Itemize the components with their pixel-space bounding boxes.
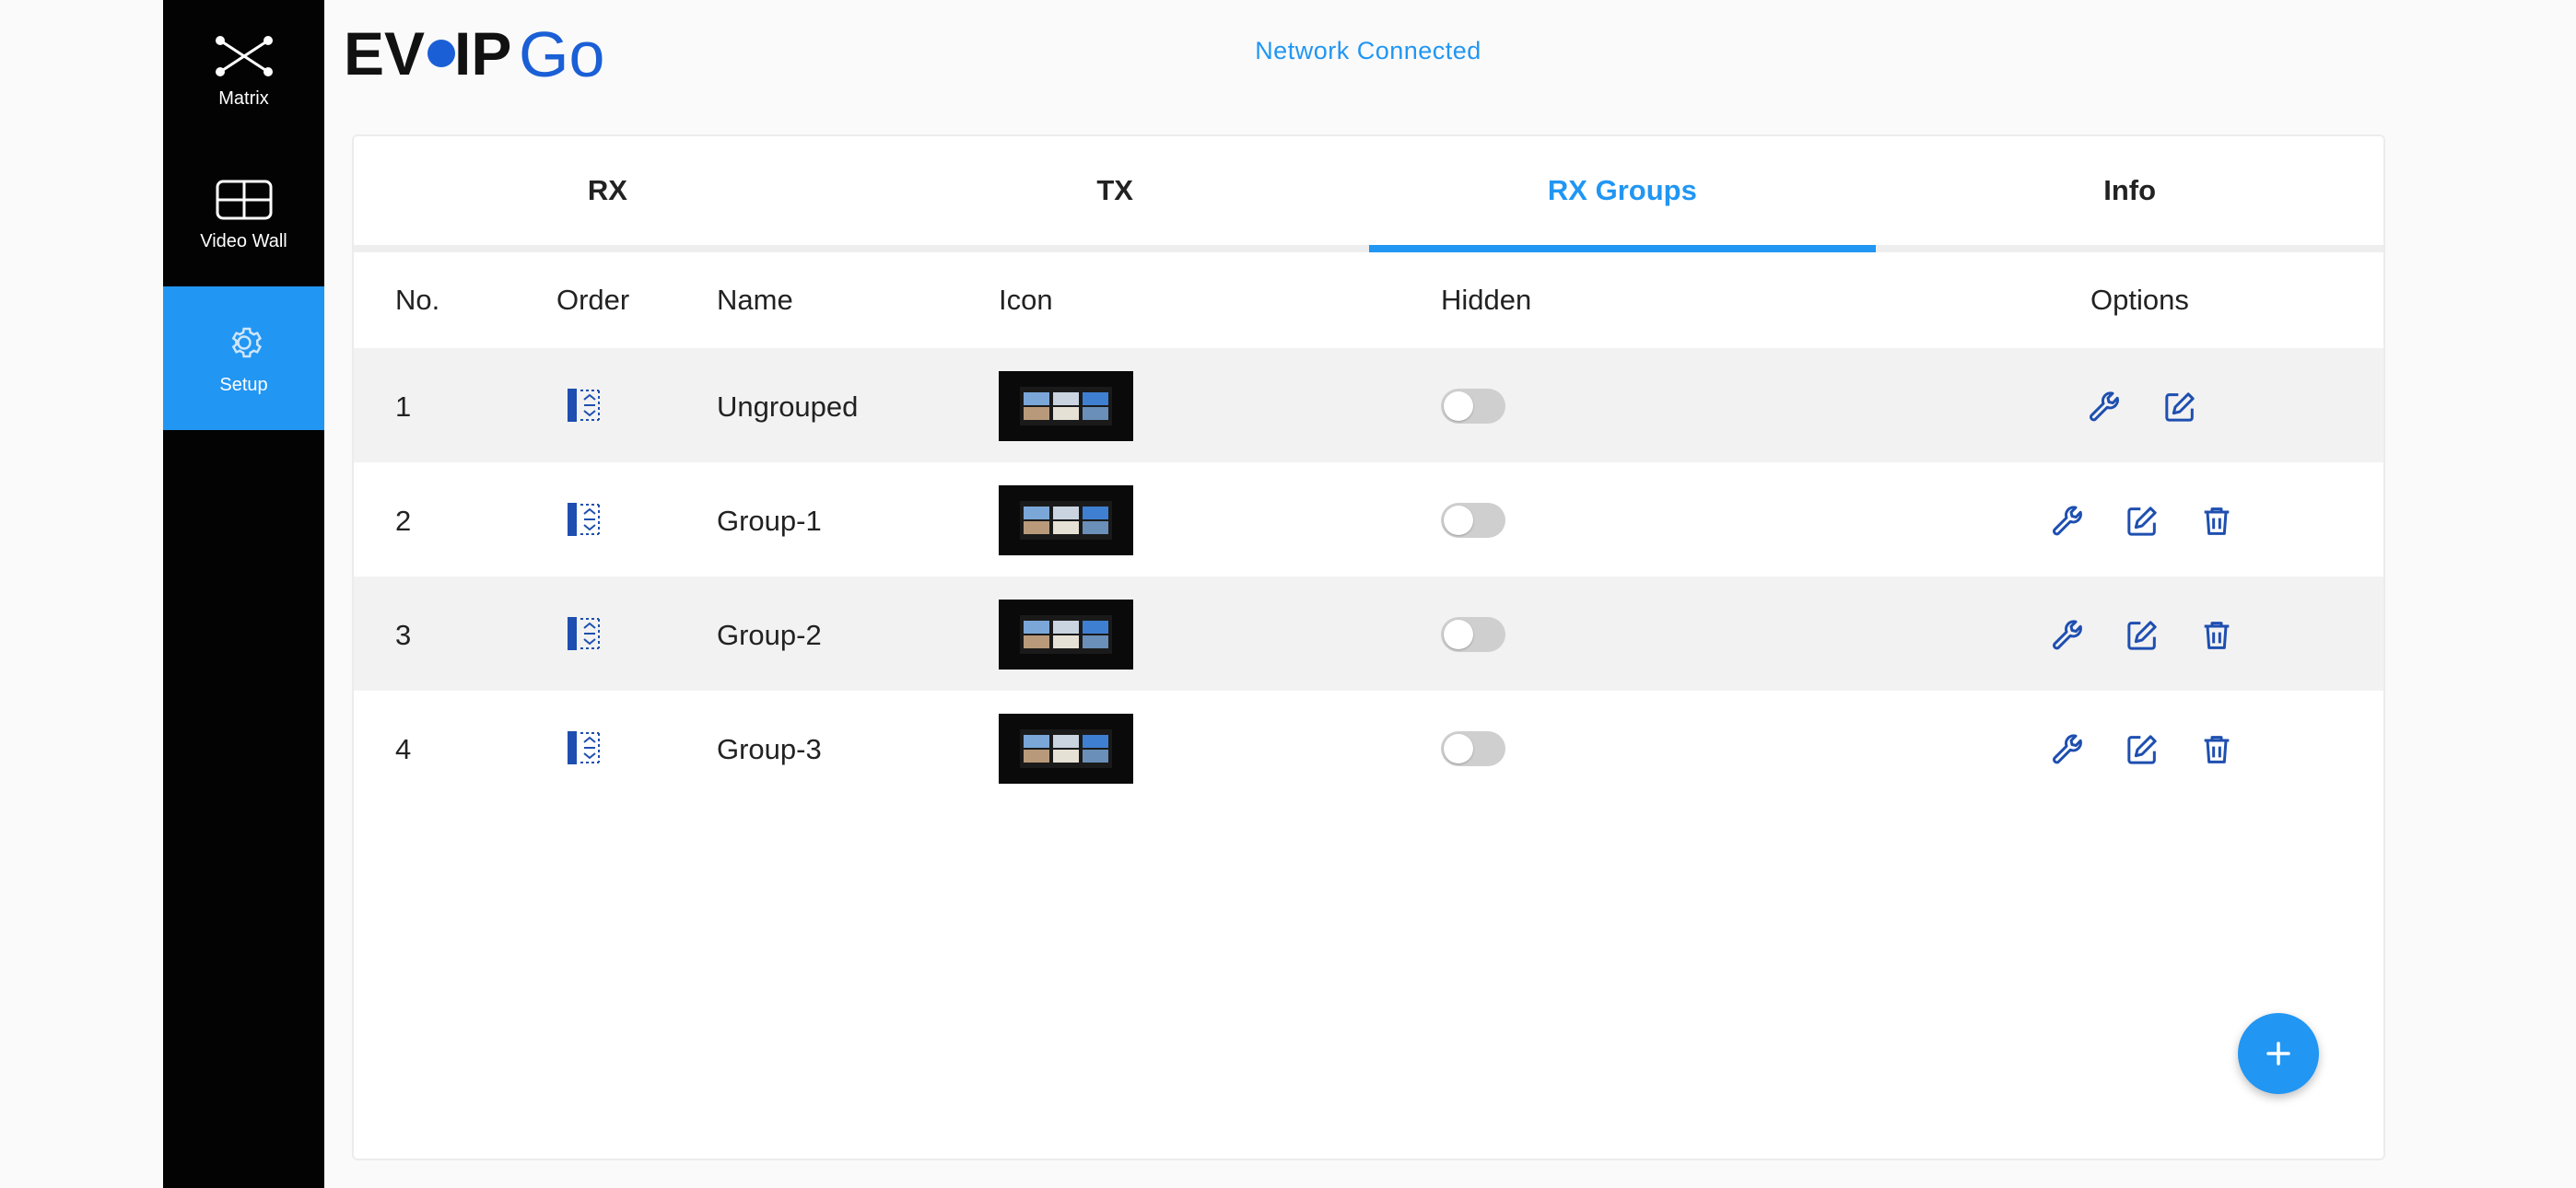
group-icon-thumbnail[interactable]: [999, 714, 1133, 784]
svg-text:EV: EV: [344, 23, 425, 84]
wrench-icon[interactable]: [2049, 503, 2086, 540]
wrench-icon[interactable]: [2049, 617, 2086, 654]
video-wall-thumbnail-icon: [1020, 387, 1112, 425]
column-header-hidden: Hidden: [1441, 284, 1532, 316]
toggle-knob: [1444, 391, 1473, 421]
row-number: 3: [395, 619, 412, 651]
column-header-icon: Icon: [999, 284, 1053, 316]
column-header-order: Order: [556, 284, 630, 316]
sidebar: Matrix Video Wall Setup: [163, 0, 324, 1188]
hidden-toggle[interactable]: [1441, 503, 1505, 538]
table-row: 2 Group-1: [354, 462, 2383, 577]
hidden-toggle[interactable]: [1441, 617, 1505, 652]
group-icon-thumbnail[interactable]: [999, 371, 1133, 441]
tab-rx-groups[interactable]: RX Groups: [1368, 136, 1877, 252]
group-icon-thumbnail[interactable]: [999, 485, 1133, 555]
video-wall-icon: [216, 180, 272, 219]
edit-icon[interactable]: [2124, 617, 2160, 654]
tab-rx[interactable]: RX: [354, 136, 861, 245]
group-name: Ungrouped: [717, 390, 859, 423]
edit-icon[interactable]: [2161, 389, 2198, 425]
drag-handle-icon[interactable]: [566, 501, 603, 538]
app-logo: EV IP Go: [344, 23, 611, 84]
group-name: Group-2: [717, 619, 822, 651]
video-wall-thumbnail-icon: [1020, 729, 1112, 768]
table-row: 1 Ungrouped: [354, 348, 2383, 462]
tab-tx[interactable]: TX: [861, 136, 1369, 245]
toggle-knob: [1444, 734, 1473, 763]
wrench-icon[interactable]: [2086, 389, 2123, 425]
network-status: Network Connected: [1255, 37, 1481, 64]
video-wall-thumbnail-icon: [1020, 615, 1112, 654]
add-group-button[interactable]: [2238, 1013, 2319, 1094]
matrix-icon: [215, 35, 273, 76]
gear-icon: [231, 327, 262, 357]
main-card: RX TX RX Groups Info No. Order Name Icon…: [352, 134, 2385, 1160]
drag-handle-icon[interactable]: [566, 615, 603, 652]
sidebar-item-label: Setup: [219, 374, 268, 395]
evip-go-logo: EV IP Go: [344, 23, 604, 84]
group-name: Group-3: [717, 733, 822, 765]
drag-handle-icon[interactable]: [566, 729, 603, 766]
svg-text:Go: Go: [519, 23, 604, 84]
sidebar-item-setup[interactable]: Setup: [163, 286, 324, 430]
hidden-toggle[interactable]: [1441, 389, 1505, 424]
video-wall-thumbnail-icon: [1020, 501, 1112, 540]
sidebar-item-label: Matrix: [218, 87, 269, 109]
toggle-knob: [1444, 506, 1473, 535]
sidebar-item-matrix[interactable]: Matrix: [163, 0, 324, 144]
group-icon-thumbnail[interactable]: [999, 600, 1133, 670]
svg-text:IP: IP: [454, 23, 511, 84]
drag-handle-icon[interactable]: [566, 387, 603, 424]
column-header-no: No.: [395, 284, 440, 316]
table-row: 4 Group-3: [354, 691, 2383, 805]
row-number: 4: [395, 733, 412, 765]
trash-icon[interactable]: [2198, 731, 2235, 768]
edit-icon[interactable]: [2124, 503, 2160, 540]
trash-icon[interactable]: [2198, 503, 2235, 540]
column-header-name: Name: [717, 284, 793, 316]
table-row: 3 Group-2: [354, 577, 2383, 691]
trash-icon[interactable]: [2198, 617, 2235, 654]
toggle-knob: [1444, 620, 1473, 649]
tab-info[interactable]: Info: [1876, 136, 2383, 245]
table-header: No. Order Name Icon Hidden Options: [354, 252, 2383, 348]
tab-bar: RX TX RX Groups Info: [354, 136, 2383, 252]
edit-icon[interactable]: [2124, 731, 2160, 768]
column-header-options: Options: [2090, 284, 2189, 316]
group-name: Group-1: [717, 505, 822, 537]
sidebar-item-video-wall[interactable]: Video Wall: [163, 144, 324, 287]
hidden-toggle[interactable]: [1441, 731, 1505, 766]
row-number: 2: [395, 505, 412, 537]
row-number: 1: [395, 390, 412, 423]
wrench-icon[interactable]: [2049, 731, 2086, 768]
sidebar-item-label: Video Wall: [200, 230, 287, 251]
plus-icon: [2266, 1042, 2290, 1066]
